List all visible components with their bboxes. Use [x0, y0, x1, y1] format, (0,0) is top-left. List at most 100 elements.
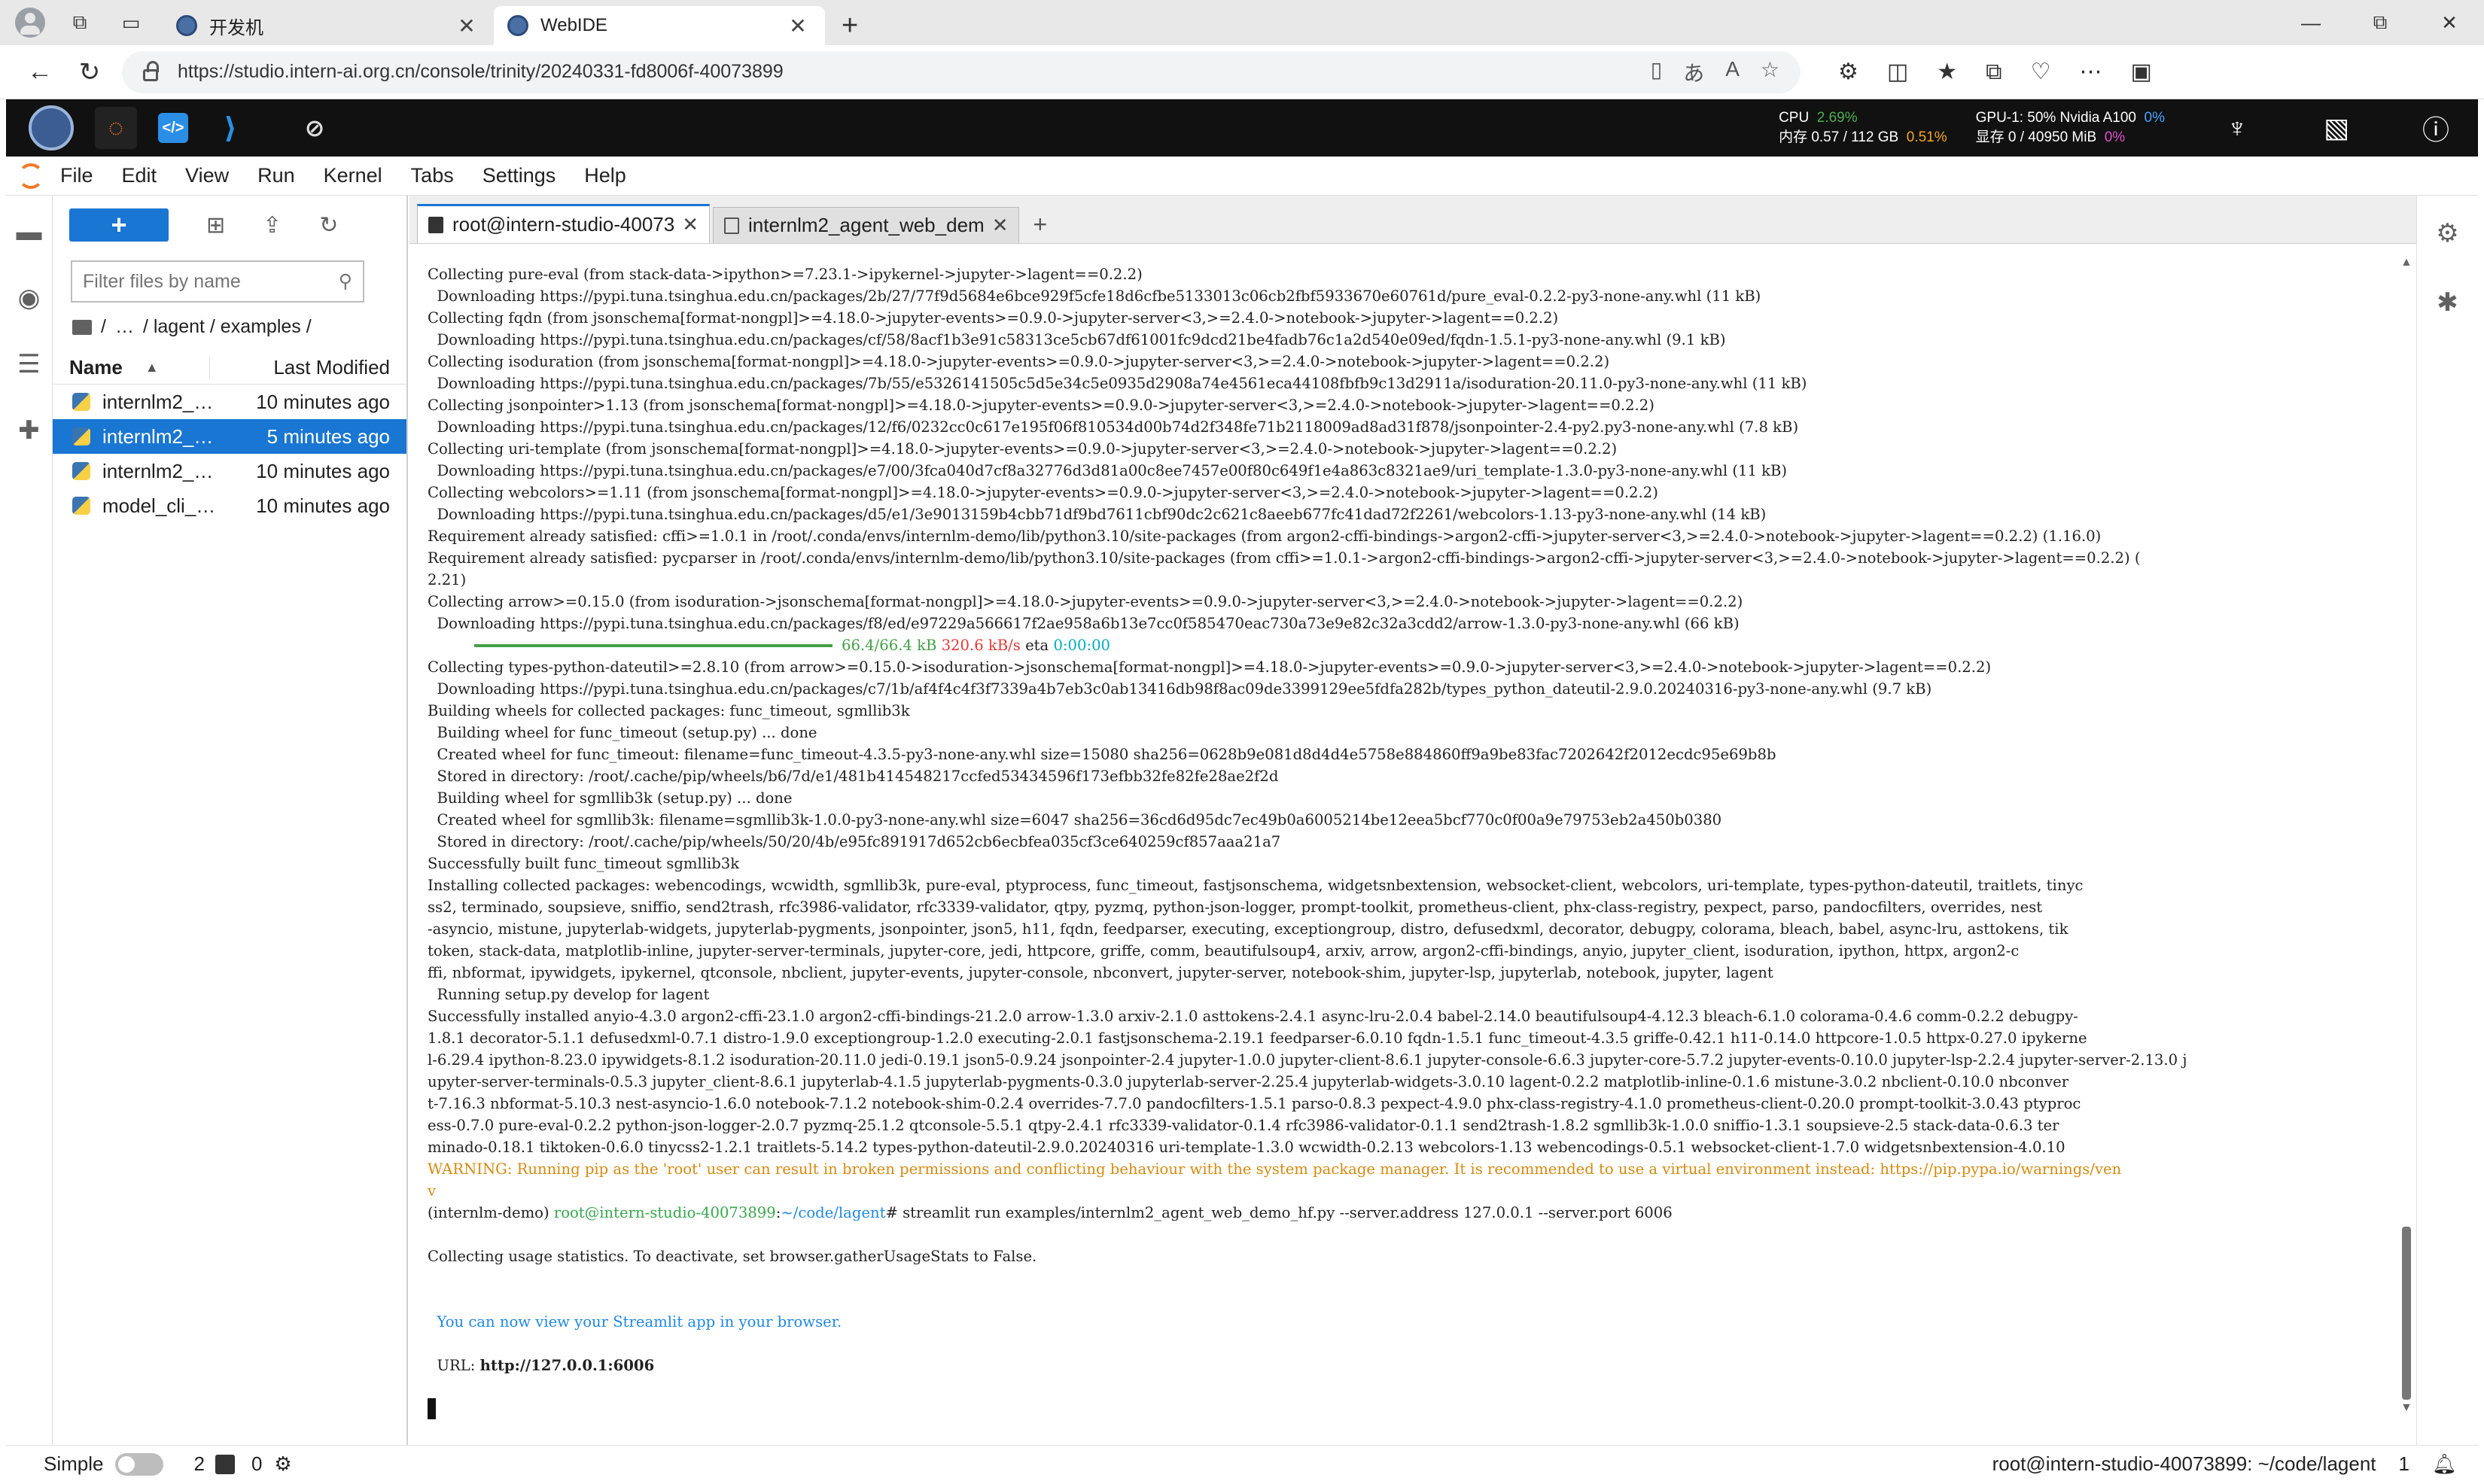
url-text[interactable]: https://studio.intern-ai.org.cn/console/…	[178, 61, 784, 83]
simple-mode-toggle[interactable]	[115, 1452, 164, 1476]
menu-kernel[interactable]: Kernel	[324, 164, 382, 187]
jupyter-launcher-icon[interactable]: ◌	[95, 107, 137, 149]
back-icon[interactable]: ←	[15, 57, 65, 87]
translate-icon[interactable]: あ	[1683, 57, 1704, 87]
terminal-status-icon[interactable]	[215, 1454, 235, 1474]
url-field[interactable]: https://studio.intern-ai.org.cn/console/…	[122, 50, 1801, 93]
image-panel-icon[interactable]: ▧	[2309, 112, 2364, 144]
menu-bar: File Edit View Run Kernel Tabs Settings …	[6, 157, 2478, 196]
profile-icon[interactable]	[15, 8, 45, 38]
file-row[interactable]: internlm2_… 10 minutes ago	[53, 454, 406, 488]
add-tab-button[interactable]: +	[1022, 211, 1058, 243]
favorite-star-icon[interactable]: ☆	[1761, 57, 1779, 87]
close-tab-icon[interactable]: ✕	[453, 14, 480, 38]
sort-asc-icon[interactable]: ▲	[145, 360, 159, 376]
menu-tabs[interactable]: Tabs	[411, 164, 454, 187]
new-tab-button[interactable]: +	[825, 6, 875, 45]
breadcrumb-path[interactable]: / lagent / examples /	[143, 316, 312, 338]
notification-count[interactable]: 1	[2399, 1452, 2409, 1476]
notification-bell-icon[interactable]: 🔔︎	[2432, 1452, 2457, 1476]
menu-view[interactable]: View	[185, 164, 229, 187]
new-folder-icon[interactable]: ⊞	[206, 212, 225, 239]
tab-actions-icon[interactable]: ▭	[114, 6, 148, 39]
kernel-status-icon[interactable]: ⚙	[274, 1452, 291, 1476]
minimize-button[interactable]: —	[2276, 0, 2345, 45]
home-folder-icon[interactable]	[72, 319, 92, 335]
name-column-header[interactable]: Name	[69, 356, 123, 379]
scroll-up-icon[interactable]: ▲	[2400, 256, 2412, 269]
terminal-scrollbar[interactable]: ▲ ▼	[2398, 256, 2415, 1415]
tab-python-file[interactable]: internlm2_agent_web_dem ✕	[713, 207, 1020, 243]
tab-terminal[interactable]: root@intern-studio-40073 ✕	[417, 204, 711, 243]
scrollbar-thumb[interactable]	[2402, 1227, 2411, 1400]
menu-file[interactable]: File	[60, 164, 93, 187]
terminal-line: Requirement already satisfied: cffi>=1.0…	[428, 528, 2102, 545]
tensorflow-icon[interactable]: ♆	[2210, 112, 2264, 144]
refresh-icon[interactable]: ↻	[65, 57, 114, 87]
browser-essentials-icon[interactable]: ♡	[2031, 59, 2051, 85]
refresh-files-icon[interactable]: ↻	[319, 212, 338, 239]
file-row-selected[interactable]: internlm2_… 5 minutes ago	[53, 419, 406, 454]
info-icon[interactable]: ⓘ	[2409, 108, 2463, 147]
terminal-status-text: root@intern-studio-40073899: ~/code/lage…	[1992, 1452, 2376, 1475]
browser-tab-devmachine[interactable]: 开发机 ✕	[163, 6, 494, 45]
file-list-header: Name ▲ Last Modified	[53, 351, 406, 385]
compass-icon[interactable]: ⊘	[294, 107, 336, 149]
close-tab-icon[interactable]: ✕	[784, 14, 811, 38]
terminal-line: minado-0.18.1 tiktoken-0.6.0 tinycss2-1.…	[428, 1139, 2065, 1156]
menu-edit[interactable]: Edit	[122, 164, 157, 187]
streamlit-view-line: You can now view your Streamlit app in y…	[428, 1313, 842, 1330]
favorites-icon[interactable]: ★	[1937, 59, 1957, 85]
running-kernels-icon[interactable]: ◉	[14, 283, 44, 313]
file-name: model_cli_…	[102, 494, 215, 517]
file-name: internlm2_…	[102, 424, 214, 448]
extensions-icon[interactable]: ⚙	[1838, 59, 1858, 85]
terminal-output[interactable]: Collecting pure-eval (from stack-data->i…	[409, 244, 2416, 1445]
filter-files-input[interactable]: Filter files by name ⚲	[71, 260, 364, 303]
menu-run[interactable]: Run	[257, 164, 295, 187]
breadcrumb-root[interactable]: /	[101, 316, 106, 338]
terminal-line: ffi, nbformat, ipywidgets, ipykernel, qt…	[428, 964, 1773, 981]
intern-logo-icon[interactable]	[29, 105, 74, 151]
menu-help[interactable]: Help	[584, 164, 626, 187]
file-row[interactable]: model_cli_… 10 minutes ago	[53, 488, 406, 523]
debugger-icon[interactable]: ✱	[2437, 287, 2458, 318]
app-available-icon[interactable]: ▯	[1651, 57, 1662, 87]
vscode-launcher-icon[interactable]: ⟩	[209, 107, 251, 149]
streamlit-url[interactable]: http://127.0.0.1:6006	[480, 1357, 655, 1374]
workspaces-icon[interactable]: ⧉	[63, 6, 96, 39]
terminal-line: Successfully installed anyio-4.3.0 argon…	[428, 1008, 2078, 1025]
close-tab-icon[interactable]: ✕	[992, 214, 1009, 237]
read-aloud-icon[interactable]: A	[1725, 57, 1740, 87]
extension-manager-icon[interactable]: ✚	[14, 415, 44, 446]
property-inspector-icon[interactable]: ⚙	[2436, 218, 2458, 248]
upload-icon[interactable]: ⇪	[263, 212, 282, 239]
browser-tab-webide[interactable]: WebIDE ✕	[494, 6, 825, 45]
terminal-line: Successfully built func_timeout sgmllib3…	[428, 855, 740, 872]
split-screen-icon[interactable]: ◫	[1887, 59, 1908, 85]
gpu-label: GPU-1: 50% Nvidia A100	[1975, 110, 2136, 126]
collections-icon[interactable]: ⧉	[1986, 59, 2002, 85]
close-window-button[interactable]: ✕	[2415, 0, 2484, 45]
new-launcher-button[interactable]: +	[69, 208, 169, 242]
lock-icon[interactable]	[143, 60, 159, 81]
menu-settings[interactable]: Settings	[482, 164, 556, 187]
more-menu-icon[interactable]: ⋯	[2080, 59, 2102, 85]
cpu-value: 2.69%	[1816, 110, 1858, 126]
browser-tab-title: WebIDE	[540, 15, 607, 35]
table-of-contents-icon[interactable]: ☰	[14, 349, 44, 379]
folder-icon[interactable]: ▬	[14, 217, 44, 247]
close-tab-icon[interactable]: ✕	[682, 213, 699, 236]
terminal-line: Collecting arrow>=0.15.0 (from isodurati…	[428, 593, 1743, 610]
restore-button[interactable]: ⧉	[2345, 0, 2415, 45]
file-row[interactable]: internlm2_… 10 minutes ago	[53, 385, 406, 419]
scroll-down-icon[interactable]: ▼	[2400, 1401, 2412, 1415]
sidebar-toggle-icon[interactable]: ▣	[2131, 59, 2152, 85]
terminal-line: Stored in directory: /root/.cache/pip/wh…	[428, 768, 1279, 785]
terminal-count[interactable]: 2	[193, 1452, 204, 1476]
modified-column-header[interactable]: Last Modified	[209, 356, 406, 379]
code-launcher-icon[interactable]: </>	[158, 113, 188, 143]
kernel-count[interactable]: 0	[251, 1452, 262, 1476]
file-browser: + ⊞ ⇪ ↻ Filter files by name ⚲ / … / lag…	[53, 196, 408, 1445]
breadcrumb-ellipsis[interactable]: …	[115, 316, 134, 338]
